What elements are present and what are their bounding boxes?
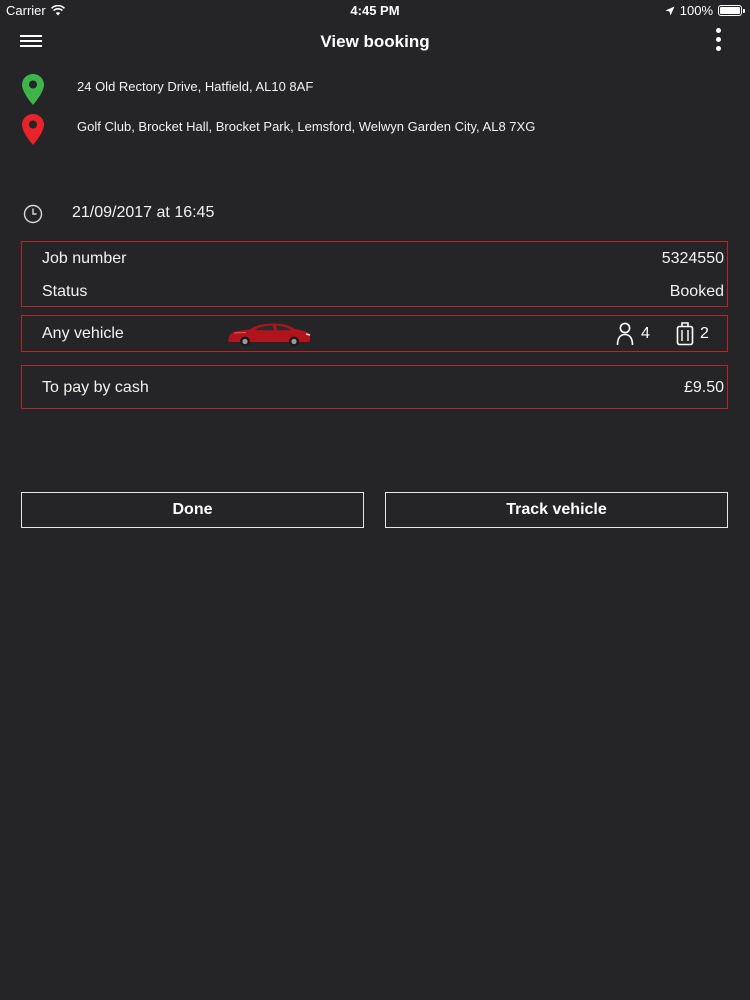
status-label: Status: [42, 283, 88, 300]
battery-percent: 100%: [679, 3, 713, 18]
luggage-icon: [676, 322, 694, 346]
page-title: View booking: [320, 32, 430, 51]
status-right: 100%: [665, 3, 745, 18]
job-number-label: Job number: [42, 250, 127, 267]
status-time: 4:45 PM: [350, 3, 400, 18]
vehicle-label: Any vehicle: [42, 325, 124, 342]
status-bar: Carrier 4:45 PM 100%: [0, 0, 750, 22]
more-options-icon[interactable]: [716, 28, 722, 52]
payment-amount: £9.50: [683, 379, 724, 396]
status-value: Booked: [669, 283, 724, 300]
job-number-value: 5324550: [661, 250, 724, 267]
track-vehicle-button[interactable]: Track vehicle: [385, 492, 728, 528]
job-details-card: Job number 5324550 Status Booked: [21, 241, 728, 307]
clock-icon: [23, 204, 43, 224]
dropoff-pin-icon: [22, 114, 44, 145]
passenger-icon: [616, 322, 634, 346]
booking-datetime: 21/09/2017 at 16:45: [0, 198, 750, 228]
dropoff-address: Golf Club, Brocket Hall, Brocket Park, L…: [0, 114, 750, 146]
location-arrow-icon: [665, 6, 675, 15]
luggage-count: 2: [700, 325, 709, 342]
pickup-pin-icon: [22, 74, 44, 105]
payment-card: To pay by cash £9.50: [21, 365, 728, 409]
payment-label: To pay by cash: [42, 379, 149, 396]
red-car-icon: [228, 323, 311, 347]
pickup-address-text: 24 Old Rectory Drive, Hatfield, AL10 8AF: [77, 79, 314, 94]
dropoff-address-text: Golf Club, Brocket Hall, Brocket Park, L…: [77, 119, 536, 134]
vehicle-card: Any vehicle 4 2: [21, 315, 728, 352]
passenger-count: 4: [641, 325, 650, 342]
pickup-address: 24 Old Rectory Drive, Hatfield, AL10 8AF: [0, 74, 750, 106]
battery-icon: [718, 5, 745, 16]
nav-bar: View booking: [0, 22, 750, 62]
done-button[interactable]: Done: [21, 492, 364, 528]
datetime-text: 21/09/2017 at 16:45: [72, 204, 215, 221]
